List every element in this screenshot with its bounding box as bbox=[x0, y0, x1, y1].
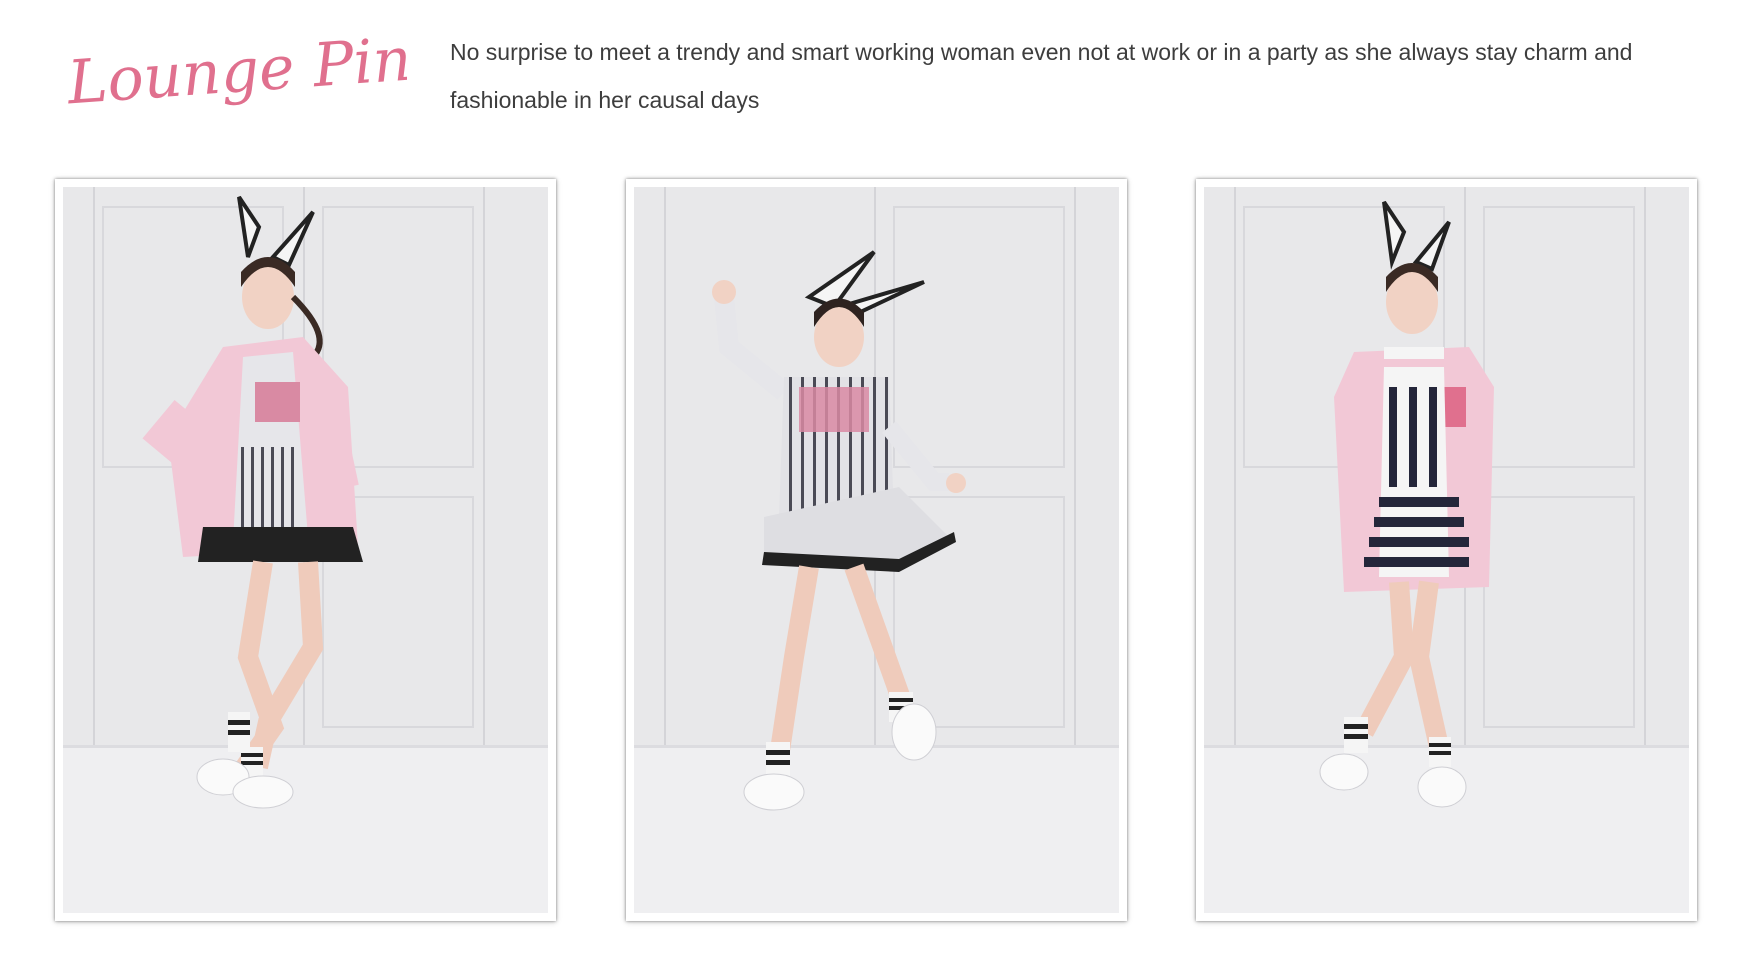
photo-card-1[interactable] bbox=[55, 179, 556, 921]
model-photo-2 bbox=[634, 187, 1119, 913]
model-photo-3 bbox=[1204, 187, 1689, 913]
model-2-image bbox=[634, 187, 1119, 913]
photo-card-2[interactable] bbox=[626, 179, 1127, 921]
model-1-image bbox=[63, 187, 548, 913]
model-photo-1 bbox=[63, 187, 548, 913]
photo-card-3[interactable] bbox=[1196, 179, 1697, 921]
photo-gallery bbox=[0, 0, 1742, 966]
model-3-image bbox=[1204, 187, 1689, 913]
